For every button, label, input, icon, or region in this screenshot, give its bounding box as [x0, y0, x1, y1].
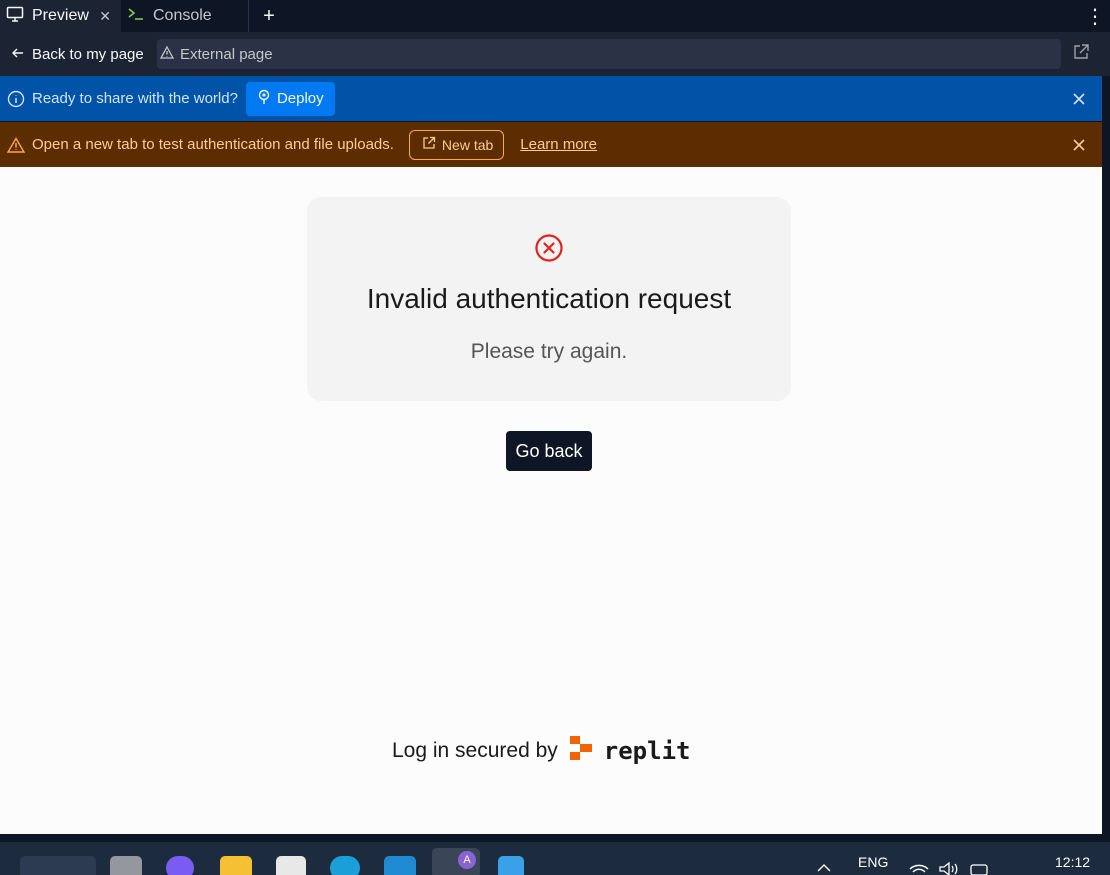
url-field[interactable]: External page — [157, 39, 1061, 69]
task-view-icon[interactable] — [110, 856, 142, 875]
tab-preview-label: Preview — [32, 7, 89, 24]
os-taskbar: A ENG 12:12 — [0, 842, 1110, 875]
deploy-banner: Ready to share with the world? Deploy — [0, 76, 1102, 121]
close-deploy-banner-icon[interactable] — [1056, 92, 1102, 106]
auth-banner: Open a new tab to test authentication an… — [0, 122, 1102, 167]
language-indicator[interactable]: ENG — [858, 854, 888, 870]
monitor-icon — [6, 6, 24, 27]
tab-console[interactable]: Console — [121, 0, 249, 32]
go-back-button[interactable]: Go back — [506, 431, 592, 471]
secured-footer: Log in secured by replit — [392, 735, 690, 767]
learn-more-link[interactable]: Learn more — [520, 136, 597, 153]
url-label: External page — [180, 45, 273, 63]
error-circle-icon — [534, 233, 564, 268]
notepad-icon[interactable] — [498, 856, 524, 875]
secured-text: Log in secured by — [392, 739, 558, 762]
add-tab-button[interactable]: + — [249, 0, 289, 32]
terminal-icon — [127, 6, 145, 27]
wifi-icon[interactable] — [908, 862, 930, 875]
close-tab-icon[interactable]: ✕ — [99, 8, 111, 25]
warning-icon — [159, 45, 175, 63]
warning-triangle-icon — [0, 136, 32, 153]
scroll-gutter — [1102, 76, 1110, 836]
clock-time[interactable]: 12:12 — [1055, 854, 1090, 870]
file-explorer-icon[interactable] — [220, 856, 252, 875]
external-link-icon — [1072, 43, 1090, 66]
back-label: Back to my page — [32, 45, 144, 63]
error-title: Invalid authentication request — [366, 283, 732, 314]
app-window: Preview ✕ Console + ⋮ Back to my page Ex… — [0, 0, 1110, 875]
close-auth-banner-icon[interactable] — [1056, 138, 1102, 152]
open-external-button[interactable] — [1061, 43, 1101, 66]
new-tab-label: New tab — [441, 136, 494, 153]
new-tab-button[interactable]: New tab — [408, 129, 505, 160]
info-icon — [0, 90, 32, 108]
arrow-left-icon — [12, 46, 24, 63]
deploy-button[interactable]: Deploy — [245, 81, 335, 116]
store-icon[interactable] — [276, 856, 306, 875]
auth-banner-message: Open a new tab to test authentication an… — [32, 136, 394, 153]
edge-icon[interactable] — [330, 856, 360, 875]
battery-icon[interactable] — [970, 863, 990, 875]
profile-badge: A — [458, 851, 476, 869]
external-link-icon — [422, 136, 436, 153]
teams-icon[interactable] — [166, 856, 194, 875]
more-options-icon[interactable]: ⋮ — [1080, 0, 1110, 32]
tab-preview[interactable]: Preview ✕ — [0, 0, 121, 32]
deploy-button-label: Deploy — [276, 90, 324, 107]
vscode-icon[interactable] — [384, 856, 416, 875]
error-subtitle: Please try again. — [470, 340, 628, 363]
widgets-icon[interactable] — [20, 856, 96, 875]
nav-bar: Back to my page External page — [0, 32, 1110, 76]
error-card: Invalid authentication request Please tr… — [307, 197, 791, 401]
deploy-banner-message: Ready to share with the world? — [32, 90, 238, 107]
replit-logo-icon — [568, 734, 594, 768]
deploy-icon — [257, 89, 271, 109]
replit-wordmark: replit — [603, 737, 691, 765]
volume-icon[interactable] — [938, 861, 960, 875]
preview-page: Invalid authentication request Please tr… — [0, 167, 1102, 834]
tab-bar: Preview ✕ Console + ⋮ — [0, 0, 1110, 32]
back-to-my-page-link[interactable]: Back to my page — [0, 46, 157, 63]
chevron-up-icon[interactable] — [816, 860, 832, 875]
tab-console-label: Console — [153, 7, 212, 24]
